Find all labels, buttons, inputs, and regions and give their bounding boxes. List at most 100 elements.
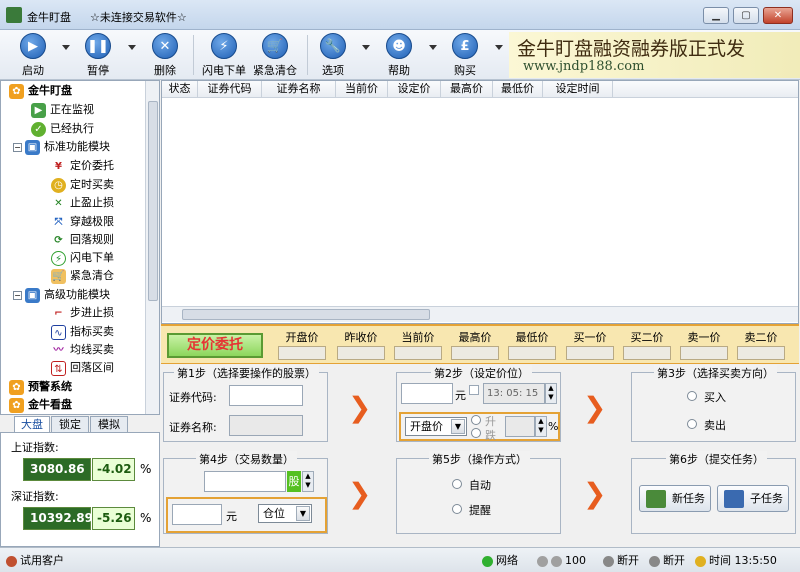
status-dot-icon [551,555,562,567]
task-table[interactable]: 状态 证券代码 证券名称 当前价 设定价 最高价 最低价 设定时间 [161,80,799,324]
column-header[interactable]: 设定时间 [543,81,613,98]
help-label: 帮助 [388,64,410,77]
close-button[interactable]: ✕ [763,7,793,24]
tree-item-stop[interactable]: ✕ 止盈止损 [51,194,114,213]
rise-radio[interactable] [471,415,481,425]
price-type-value: 开盘价 [410,420,443,433]
step1-title: 第1步（选择要操作的股票） [174,365,319,381]
column-header[interactable]: 设定价 [388,81,441,98]
tree-item-label: 定时买卖 [70,178,114,191]
column-header[interactable]: 最高价 [441,81,493,98]
flash-order-button[interactable]: ⚡ 闪电下单 [200,33,248,78]
price-bid2-box [623,346,671,360]
options-button[interactable]: 🔧 选项 [311,33,355,78]
cart-icon: 🛒 [51,268,66,284]
remind-label: 提醒 [469,504,491,517]
column-header[interactable]: 证券名称 [262,81,336,98]
pause-dropdown-icon[interactable] [128,45,136,50]
minimize-button[interactable]: ▁ [703,7,729,24]
dropdown-arrow-icon: ▼ [451,419,465,434]
tree-item-indicator[interactable]: ∿ 指标买卖 [51,323,114,342]
tree-item-moving-avg[interactable]: 〰均线买卖 [51,341,114,360]
sub-task-button[interactable]: 子任务 [717,485,789,512]
start-button[interactable]: ▶ 启动 [11,33,55,78]
tree-item-executed[interactable]: ✓ 已经执行 [31,120,94,139]
buy-button[interactable]: £ 购买 [443,33,487,78]
time-checkbox[interactable] [469,385,479,395]
column-header[interactable]: 证券代码 [198,81,262,98]
tree-watch[interactable]: ✿ 金牛看盘 [9,396,72,415]
buy-radio[interactable] [687,391,697,401]
module-icon: ▣ [25,287,40,303]
delete-button[interactable]: ✕ 删除 [143,33,187,78]
status-bar: 试用客户 网络 100 断开 断开 时间 13:5:50 [0,547,800,572]
time-status: 时间 13:5:50 [695,552,777,569]
check-icon: ✓ [31,121,46,137]
column-header[interactable]: 最低价 [493,81,543,98]
auto-radio[interactable] [452,479,462,489]
help-button[interactable]: ☻ 帮助 [377,33,421,78]
table-hscrollbar[interactable] [162,306,798,322]
collapse-icon[interactable]: − [13,290,22,300]
tree-item-label: 止盈止损 [70,196,114,209]
emergency-clear-button[interactable]: 🛒 紧急清仓 [251,33,299,78]
quantity-spinner[interactable]: ▲ ▼ [302,471,314,492]
fall-radio[interactable] [471,428,481,438]
tree-item-range[interactable]: ⇅ 回落区间 [51,359,114,378]
pct-input[interactable] [505,416,535,437]
tree-item-monitoring[interactable]: ▶ 正在监视 [31,101,94,120]
remind-radio[interactable] [452,504,462,514]
tree-item-label: 步进止损 [70,306,114,319]
scroll-thumb[interactable] [148,101,158,301]
scroll-thumb[interactable] [182,309,430,320]
tree-item-cross-limit[interactable]: ⤧ 穿越极限 [51,213,114,232]
quantity-input[interactable] [204,471,286,492]
tree-item-flash-order[interactable]: ⚡ 闪电下单 [51,249,114,268]
tree-item-label: 预警系统 [28,380,72,393]
tree-standard-module[interactable]: − ▣ 标准功能模块 [13,138,110,157]
options-dropdown-icon[interactable] [362,45,370,50]
price-col-label: 当前价 [401,331,435,344]
stock-code-input[interactable] [229,385,303,406]
mode-fixed-price-button[interactable]: 定价委托 [167,333,263,358]
step3-title: 第3步（选择买卖方向） [654,365,777,381]
price-input[interactable] [401,383,453,404]
tree-advanced-module[interactable]: − ▣ 高级功能模块 [13,286,110,305]
clock-icon: ◷ [51,177,66,193]
tree-item-fixed-price[interactable]: ¥ 定价委托 [51,157,114,176]
disconnect-label: 断开 [617,554,639,567]
pause-button[interactable]: ❚❚ 暂停 [76,33,120,78]
maximize-button[interactable]: ▢ [733,7,759,24]
indicator-icon: ∿ [51,324,66,340]
help-dropdown-icon[interactable] [429,45,437,50]
position-select[interactable]: 仓位 ▼ [258,504,312,523]
step6-title: 第6步（提交任务） [666,451,767,467]
step-arrow-icon: ❯ [348,477,372,510]
start-dropdown-icon[interactable] [62,45,70,50]
amount-input[interactable] [172,504,222,525]
tree-item-fallback[interactable]: ⟳ 回落规则 [51,231,114,250]
price-type-select[interactable]: 开盘价 ▼ [405,417,467,436]
column-header[interactable]: 当前价 [336,81,388,98]
tree-alert-system[interactable]: ✿ 预警系统 [9,378,72,397]
time-field[interactable]: 13: 05: 15 [483,383,545,404]
tree-item-step-stop[interactable]: ⌐ 步进止损 [51,304,114,323]
tree-item-emergency[interactable]: 🛒 紧急清仓 [51,267,114,286]
tab-simulate[interactable]: 模拟 [90,416,128,433]
options-label: 选项 [322,64,344,77]
tree-item-label: 回落规则 [70,233,114,246]
collapse-icon[interactable]: − [13,142,22,152]
pct-spinner[interactable]: ▲ ▼ [535,416,547,437]
tab-lock[interactable]: 锁定 [51,416,89,433]
buy-dropdown-icon[interactable] [495,45,503,50]
promo-banner[interactable]: 金牛盯盘融资融券版正式发 www.jndp188.com [509,32,800,78]
time-spinner[interactable]: ▲ ▼ [545,383,557,404]
tree-item-timed[interactable]: ◷ 定时买卖 [51,176,114,195]
new-task-button[interactable]: 新任务 [639,485,711,512]
price-current-box [394,346,442,360]
column-header[interactable]: 状态 [162,81,198,98]
price-col-label: 开盘价 [285,331,319,344]
sidebar-scrollbar[interactable] [145,81,159,414]
sell-radio[interactable] [687,419,697,429]
tree-root[interactable]: ✿ 金牛盯盘 [9,82,72,101]
